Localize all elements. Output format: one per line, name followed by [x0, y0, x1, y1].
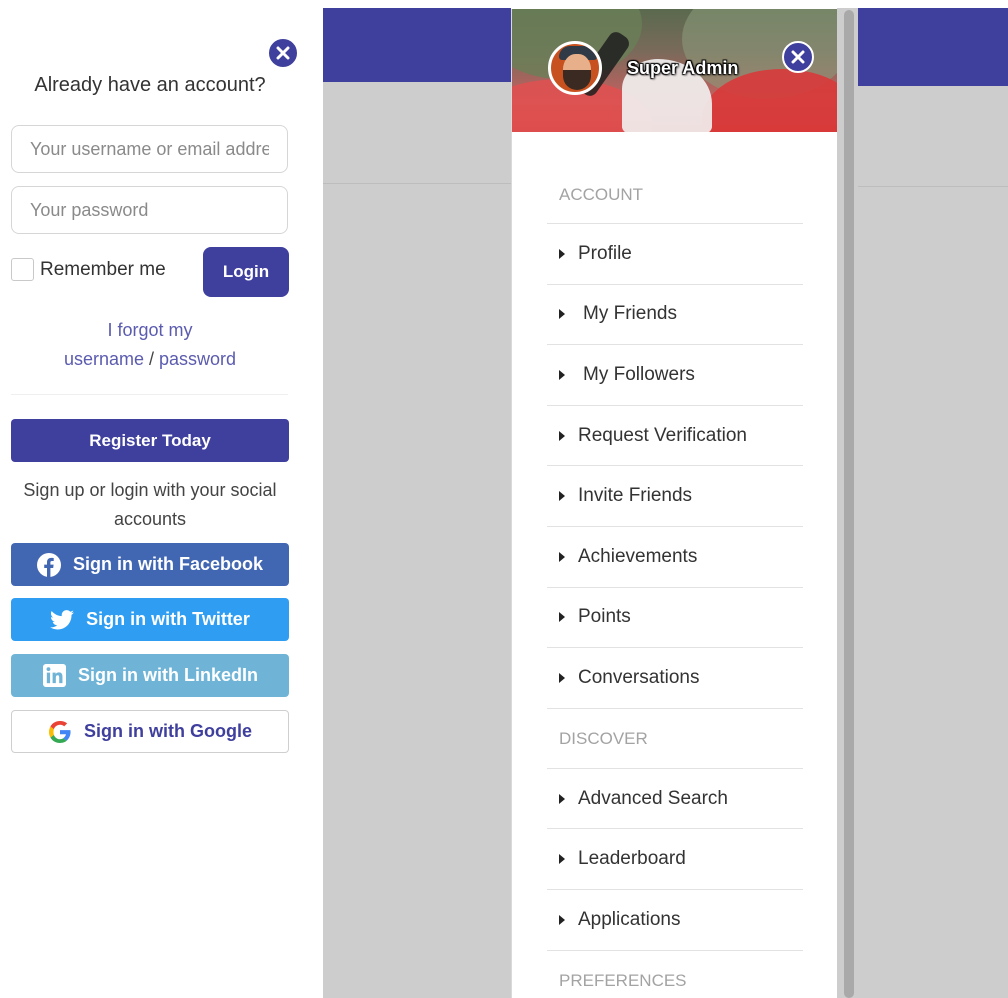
caret-right-icon: [559, 248, 565, 259]
remember-me-row: Remember me: [11, 258, 166, 281]
scrollbar-thumb[interactable]: [844, 10, 854, 998]
forgot-username-link[interactable]: username: [64, 349, 144, 369]
password-input[interactable]: [11, 186, 288, 234]
user-name[interactable]: Super Admin: [627, 58, 738, 79]
menu-item-label: Leaderboard: [578, 848, 686, 870]
menu-item-conversations[interactable]: Conversations: [547, 648, 803, 709]
register-button[interactable]: Register Today: [11, 419, 289, 462]
background-top-bar: [858, 8, 1008, 86]
menu-item-achievements[interactable]: Achievements: [547, 527, 803, 588]
caret-right-icon: [559, 551, 565, 562]
section-label-account: ACCOUNT: [547, 164, 803, 224]
menu-item-points[interactable]: Points: [547, 588, 803, 649]
caret-right-icon: [559, 430, 565, 441]
caret-right-icon: [559, 672, 565, 683]
login-title: Already have an account?: [34, 74, 266, 96]
divider: [11, 394, 288, 395]
section-label-discover: DISCOVER: [547, 709, 803, 769]
login-button[interactable]: Login: [203, 247, 289, 297]
menu-item-my-friends[interactable]: My Friends: [547, 285, 803, 346]
twitter-icon: [50, 608, 75, 632]
social-login-text: Sign up or login with your social accoun…: [23, 480, 277, 529]
forgot-credentials: I forgot my username / password: [0, 316, 300, 374]
caret-right-icon: [559, 612, 565, 623]
menu-item-advanced-search[interactable]: Advanced Search: [547, 769, 803, 830]
user-drawer: Super Admin ACCOUNT Profile My Friends M…: [511, 9, 837, 998]
forgot-password-link[interactable]: password: [159, 349, 236, 369]
google-signin-button[interactable]: Sign in with Google: [11, 710, 289, 753]
caret-right-icon: [559, 793, 565, 804]
menu-item-invite-friends[interactable]: Invite Friends: [547, 466, 803, 527]
linkedin-signin-label: Sign in with LinkedIn: [78, 665, 258, 685]
caret-right-icon: [559, 914, 565, 925]
menu-item-label: Profile: [578, 242, 632, 264]
menu-item-label: Invite Friends: [578, 485, 693, 507]
facebook-signin-button[interactable]: Sign in with Facebook: [11, 543, 289, 586]
linkedin-icon: [42, 664, 66, 688]
facebook-icon: [36, 552, 61, 577]
drawer-close-button[interactable]: [782, 41, 814, 73]
avatar[interactable]: [548, 41, 602, 95]
background-divider: [858, 186, 1008, 187]
menu-item-applications[interactable]: Applications: [547, 890, 803, 951]
login-panel: Already have an account? Remember me Log…: [0, 0, 300, 998]
login-close-button[interactable]: [267, 37, 299, 69]
close-icon: [276, 46, 290, 60]
facebook-signin-label: Sign in with Facebook: [72, 554, 263, 574]
caret-right-icon: [559, 491, 565, 502]
menu-item-profile[interactable]: Profile: [547, 224, 803, 285]
menu-item-label: Conversations: [578, 666, 700, 688]
background-page-left: [323, 8, 511, 998]
caret-right-icon: [559, 854, 565, 865]
drawer-header: Super Admin: [512, 9, 837, 132]
background-top-bar: [323, 8, 511, 82]
menu-item-label: My Friends: [583, 303, 677, 325]
caret-right-icon: [559, 309, 565, 320]
linkedin-signin-button[interactable]: Sign in with LinkedIn: [11, 654, 289, 697]
drawer-menu: ACCOUNT Profile My Friends My Followers …: [547, 164, 803, 998]
background-page-right: [858, 8, 1008, 998]
remember-me-label[interactable]: Remember me: [40, 259, 166, 281]
menu-item-label: Request Verification: [578, 424, 747, 446]
menu-item-leaderboard[interactable]: Leaderboard: [547, 829, 803, 890]
menu-item-label: Points: [578, 606, 631, 628]
twitter-signin-button[interactable]: Sign in with Twitter: [11, 598, 289, 641]
close-icon: [791, 50, 805, 64]
forgot-separator: /: [143, 349, 159, 369]
menu-item-label: Advanced Search: [578, 787, 728, 809]
menu-item-label: Achievements: [578, 545, 698, 567]
remember-me-checkbox[interactable]: [11, 258, 34, 281]
background-divider: [323, 183, 511, 184]
avatar-beard: [563, 70, 591, 90]
section-label-preferences: PREFERENCES: [547, 951, 803, 998]
caret-right-icon: [559, 369, 565, 380]
forgot-prefix-link[interactable]: I forgot my: [107, 320, 192, 340]
google-icon: [48, 720, 72, 744]
menu-item-my-followers[interactable]: My Followers: [547, 345, 803, 406]
menu-item-request-verification[interactable]: Request Verification: [547, 406, 803, 467]
google-signin-label: Sign in with Google: [84, 721, 252, 741]
username-input[interactable]: [11, 125, 288, 173]
menu-item-label: Applications: [578, 908, 681, 930]
twitter-signin-label: Sign in with Twitter: [86, 609, 250, 629]
menu-item-label: My Followers: [583, 363, 695, 385]
